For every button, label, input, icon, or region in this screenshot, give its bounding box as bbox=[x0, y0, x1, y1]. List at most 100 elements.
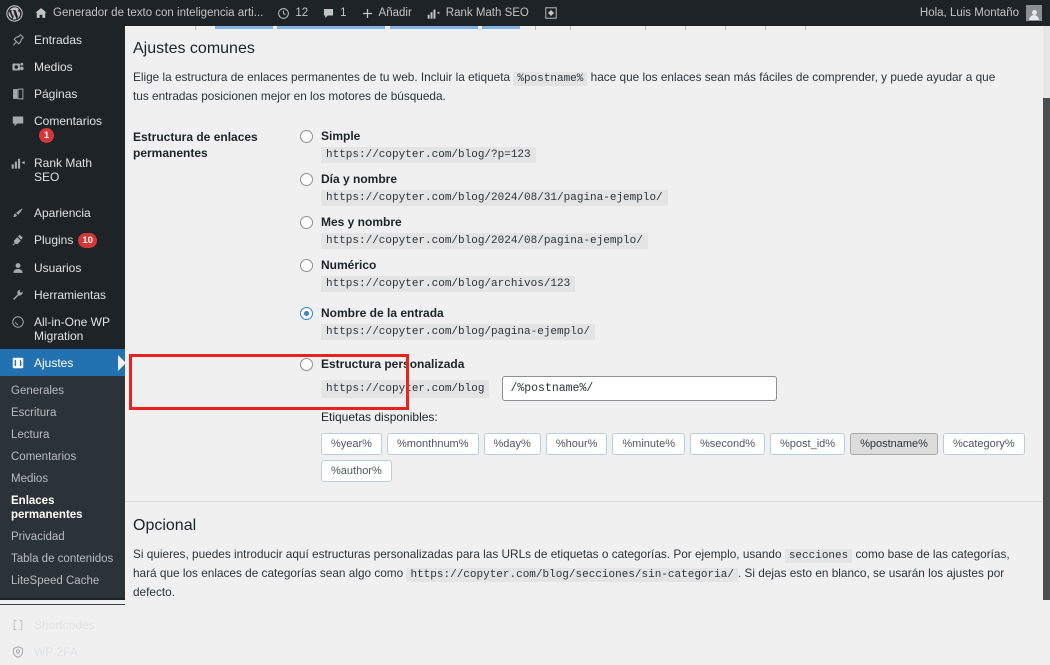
add-new-label: Añadir bbox=[378, 7, 412, 19]
add-new-button[interactable]: Añadir bbox=[354, 0, 419, 26]
sidebar-item-label: Usuarios bbox=[34, 261, 82, 275]
tag-button-second[interactable]: %second% bbox=[689, 433, 766, 455]
admin-sidebar-menu: Entradas Medios Páginas Comentarios1 Ran… bbox=[0, 26, 126, 659]
home-icon bbox=[34, 6, 48, 20]
option-estructura-personalizada[interactable]: Estructura personalizada https://copyter… bbox=[300, 349, 1043, 486]
main-content: Ajustes comunes Elige la estructura de e… bbox=[125, 26, 1043, 600]
sidebar-item-paginas[interactable]: Páginas bbox=[0, 80, 125, 107]
permalink-structure-label: Estructura de enlaces permanentes bbox=[133, 130, 258, 160]
tag-button-monthnum[interactable]: %monthnum% bbox=[386, 433, 479, 455]
sidebar-item-label: Comentarios bbox=[34, 114, 103, 128]
tag-button-post-id[interactable]: %post_id% bbox=[770, 433, 846, 455]
submenu-item-litespeed-cache[interactable]: LiteSpeed Cache bbox=[0, 570, 125, 592]
scrollbar-thumb[interactable] bbox=[1043, 26, 1050, 98]
optional-section-title: Opcional bbox=[133, 517, 197, 534]
sidebar-item-label: Ajustes bbox=[34, 356, 74, 370]
page-scrollbar[interactable] bbox=[1043, 26, 1050, 600]
option-nombre-de-la-entrada[interactable]: Nombre de la entrada https://copyter.com… bbox=[300, 296, 1043, 349]
permalink-settings-form: Estructura de enlaces permanentes Simple… bbox=[125, 121, 1043, 486]
submenu-item-comentarios[interactable]: Comentarios bbox=[0, 446, 125, 468]
sidebar-item-wp-2fa[interactable]: WP 2FA bbox=[0, 638, 125, 665]
settings-submenu: Generales Escritura Lectura Comentarios … bbox=[0, 376, 125, 598]
sidebar-item-medios[interactable]: Medios bbox=[0, 53, 125, 80]
shield-lock-icon bbox=[9, 645, 26, 659]
sidebar-item-comentarios[interactable]: Comentarios1 bbox=[0, 107, 125, 149]
bar-chart-icon bbox=[9, 156, 26, 170]
plugin-diamond-button[interactable] bbox=[536, 0, 566, 26]
radio-numerico[interactable] bbox=[300, 258, 313, 272]
radio-mes-y-nombre[interactable] bbox=[300, 215, 313, 229]
tag-button-category[interactable]: %category% bbox=[942, 433, 1025, 455]
sidebar-item-shortcodes[interactable]: Shortcodes bbox=[0, 611, 125, 638]
tag-button-postname[interactable]: %postname% bbox=[850, 433, 938, 455]
available-tags-label: Etiquetas disponibles: bbox=[321, 410, 438, 424]
bar-chart-icon bbox=[426, 7, 441, 20]
plug-icon bbox=[9, 233, 26, 247]
sidebar-item-label: Plugins bbox=[34, 233, 74, 247]
option-numerico[interactable]: Numérico https://copyter.com/blog/archiv… bbox=[300, 253, 1043, 296]
sidebar-item-herramientas[interactable]: Herramientas bbox=[0, 281, 125, 308]
option-simple[interactable]: Simple https://copyter.com/blog/?p=123 bbox=[300, 124, 1043, 167]
comments-button[interactable]: 1 bbox=[315, 0, 353, 26]
page-description: Elige la estructura de enlaces permanent… bbox=[125, 59, 1030, 105]
submenu-item-generales[interactable]: Generales bbox=[0, 380, 125, 402]
sidebar-item-rank-math-seo[interactable]: Rank Math SEO bbox=[0, 149, 125, 190]
sidebar-item-label: Herramientas bbox=[34, 288, 107, 302]
sidebar-item-plugins[interactable]: Plugins 10 bbox=[0, 226, 125, 254]
updates-count: 12 bbox=[295, 7, 309, 19]
wordpress-logo-icon bbox=[6, 4, 23, 22]
tag-button-day[interactable]: %day% bbox=[483, 433, 541, 455]
submenu-item-tabla-de-contenidos[interactable]: Tabla de contenidos bbox=[0, 548, 125, 570]
submenu-item-privacidad[interactable]: Privacidad bbox=[0, 526, 125, 548]
radio-nombre-de-la-entrada[interactable] bbox=[300, 306, 313, 320]
sidebar-item-label: Medios bbox=[34, 60, 73, 74]
sidebar-item-label: WP 2FA bbox=[34, 645, 78, 659]
tag-button-minute[interactable]: %minute% bbox=[612, 433, 685, 455]
my-account-menu[interactable]: Hola, Luis Montaño bbox=[920, 5, 1050, 21]
rank-math-seo-label: Rank Math SEO bbox=[445, 7, 529, 19]
option-dia-y-nombre[interactable]: Día y nombre https://copyter.com/blog/20… bbox=[300, 167, 1043, 210]
optional-description: Si quieres, puedes introducir aquí estru… bbox=[125, 536, 1030, 600]
comment-bubble-icon bbox=[322, 7, 335, 20]
option-mes-y-nombre[interactable]: Mes y nombre https://copyter.com/blog/20… bbox=[300, 210, 1043, 253]
submenu-item-enlaces-permanentes[interactable]: Enlaces permanentes bbox=[0, 490, 125, 526]
site-name-menu[interactable]: Generador de texto con inteligencia arti… bbox=[27, 0, 270, 26]
camera-icon bbox=[9, 60, 26, 74]
plugins-badge: 10 bbox=[78, 233, 97, 248]
sidebar-item-label: Apariencia bbox=[34, 206, 91, 220]
postname-tag-code: %postname% bbox=[513, 72, 588, 86]
sidebar-item-apariencia[interactable]: Apariencia bbox=[0, 199, 125, 226]
page-icon bbox=[9, 87, 26, 101]
permalink-options-group: Simple https://copyter.com/blog/?p=123 D… bbox=[300, 121, 1043, 486]
option-label: Nombre de la entrada bbox=[321, 306, 444, 320]
sidebar-divider bbox=[0, 604, 125, 605]
option-label: Simple bbox=[321, 129, 361, 143]
sidebar-item-ajustes[interactable]: Ajustes bbox=[0, 349, 126, 376]
radio-simple[interactable] bbox=[300, 129, 313, 143]
admin-bar: Generador de texto con inteligencia arti… bbox=[0, 0, 1050, 26]
rank-math-seo-button[interactable]: Rank Math SEO bbox=[419, 0, 536, 26]
sidebar-item-label: Entradas bbox=[34, 33, 83, 47]
brush-icon bbox=[9, 206, 26, 220]
submenu-item-escritura[interactable]: Escritura bbox=[0, 402, 125, 424]
custom-structure-input[interactable] bbox=[502, 376, 778, 401]
comments-count: 1 bbox=[340, 7, 347, 19]
tag-button-hour[interactable]: %hour% bbox=[545, 433, 608, 455]
sidebar-item-label: All-in-One WP Migration bbox=[34, 315, 110, 343]
option-url: https://copyter.com/blog/2024/08/pagina-… bbox=[321, 233, 648, 249]
description-text-1: Elige la estructura de enlaces permanent… bbox=[133, 70, 511, 84]
tag-button-author[interactable]: %author% bbox=[321, 460, 392, 482]
radio-dia-y-nombre[interactable] bbox=[300, 172, 313, 186]
sidebar-item-all-in-one-wp-migration[interactable]: All-in-One WP Migration bbox=[0, 308, 125, 349]
submenu-item-medios[interactable]: Medios bbox=[0, 468, 125, 490]
sidebar-item-usuarios[interactable]: Usuarios bbox=[0, 254, 125, 281]
update-icon bbox=[277, 7, 290, 20]
submenu-item-lectura[interactable]: Lectura bbox=[0, 424, 125, 446]
tag-button-year[interactable]: %year% bbox=[321, 433, 382, 455]
wordpress-logo-button[interactable] bbox=[0, 0, 27, 26]
comment-icon bbox=[9, 114, 26, 128]
radio-estructura-personalizada[interactable] bbox=[300, 357, 313, 371]
updates-button[interactable]: 12 bbox=[270, 0, 315, 26]
diamond-icon bbox=[543, 5, 559, 21]
sidebar-item-entradas[interactable]: Entradas bbox=[0, 26, 125, 53]
